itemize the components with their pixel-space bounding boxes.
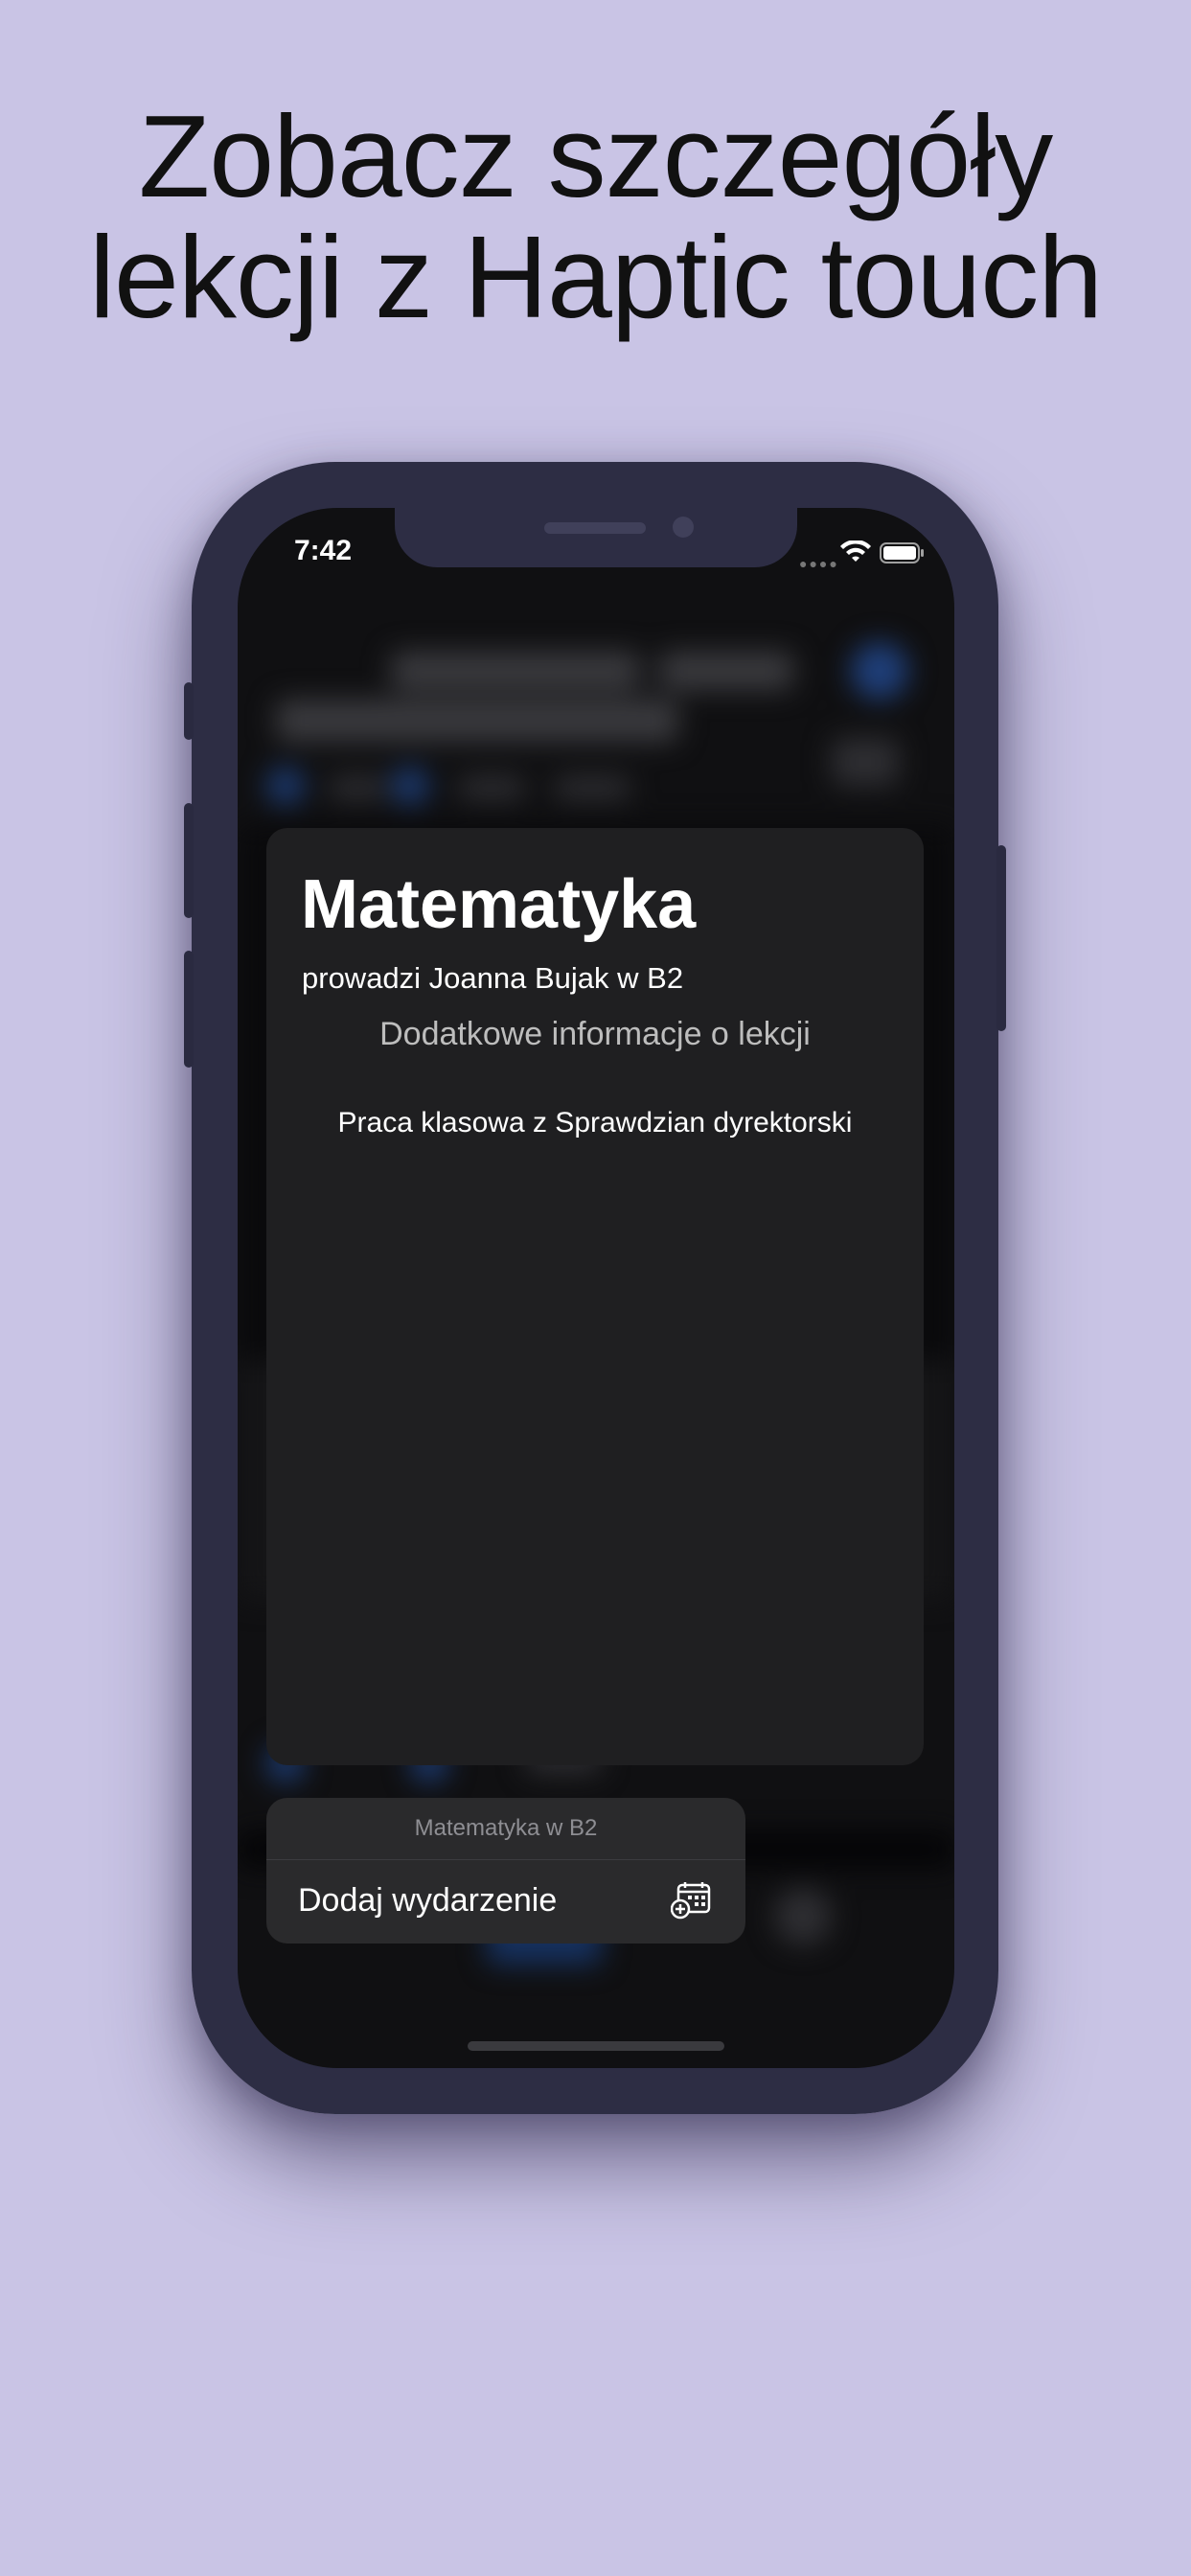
lesson-title: Matematyka bbox=[301, 866, 697, 943]
status-time: 7:42 bbox=[294, 535, 353, 566]
signal-dots-icon: ●●●● bbox=[799, 556, 839, 571]
action-menu-header: Matematyka w B2 bbox=[266, 1798, 745, 1860]
earpiece-speaker bbox=[544, 522, 646, 534]
volume-down-button bbox=[184, 951, 194, 1068]
additional-info-item: Praca klasowa z Sprawdzian dyrektorski bbox=[337, 1107, 853, 1138]
lesson-teacher-room: prowadzi Joanna Bujak w B2 bbox=[302, 961, 684, 995]
calendar-add-icon bbox=[671, 1882, 711, 1920]
headline-line-1: Zobacz szczegóły bbox=[138, 91, 1054, 221]
context-action-menu: Matematyka w B2 Dodaj wydarzenie bbox=[266, 1798, 745, 1944]
notch bbox=[395, 508, 797, 567]
add-event-label: Dodaj wydarzenie bbox=[298, 1882, 558, 1919]
headline: Zobacz szczegóły lekcji z Haptic touch bbox=[0, 96, 1191, 337]
home-indicator[interactable] bbox=[468, 2041, 724, 2051]
volume-up-button bbox=[184, 803, 194, 918]
wifi-icon bbox=[840, 540, 871, 562]
add-event-menu-item[interactable]: Dodaj wydarzenie bbox=[266, 1860, 745, 1944]
silent-switch bbox=[184, 682, 194, 740]
additional-info-header: Dodatkowe informacje o lekcji bbox=[379, 1016, 811, 1052]
battery-icon bbox=[880, 542, 924, 564]
power-button bbox=[996, 845, 1006, 1031]
headline-line-2: lekcji z Haptic touch bbox=[88, 212, 1103, 342]
front-camera bbox=[673, 517, 694, 538]
